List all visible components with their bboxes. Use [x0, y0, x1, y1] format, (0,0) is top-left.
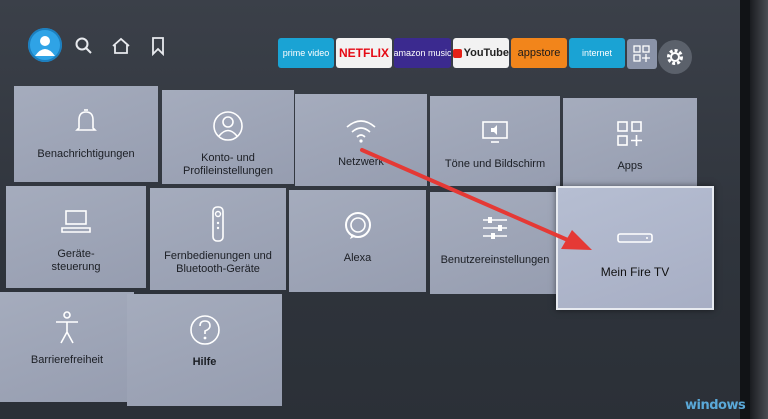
tile-alexa[interactable]: Alexa [289, 190, 426, 292]
wifi-icon [346, 120, 376, 143]
app-appstore[interactable]: appstore [511, 38, 567, 68]
settings-button[interactable] [658, 40, 692, 74]
tile-geraetesteuerung[interactable]: Geräte-steuerung [6, 186, 146, 288]
display-icon [482, 121, 508, 143]
tile-mein-fire-tv[interactable]: Mein Fire TV [556, 186, 714, 310]
tile-netzwerk[interactable]: Netzwerk [295, 94, 427, 186]
tile-toene-bildschirm[interactable]: Töne und Bildschirm [430, 96, 560, 186]
accessibility-icon [56, 311, 78, 344]
top-navigation-bar: prime video NETFLIX amazon music YouTube… [0, 26, 740, 74]
home-icon[interactable] [111, 36, 131, 56]
account-icon [213, 111, 243, 141]
tile-apps[interactable]: Apps [563, 98, 697, 186]
user-icon [35, 36, 55, 56]
app-internet[interactable]: internet [569, 38, 625, 68]
apps-grid-icon [617, 121, 642, 146]
tile-fernbedienungen-bluetooth[interactable]: Fernbedienungen und Bluetooth-Geräte [150, 188, 286, 290]
sliders-icon [483, 217, 507, 239]
app-netflix[interactable]: NETFLIX [336, 38, 392, 68]
tv-device-icon [61, 210, 91, 233]
help-icon [189, 315, 220, 345]
app-youtube[interactable]: YouTube [453, 38, 509, 68]
more-apps-button[interactable] [627, 39, 657, 69]
gear-icon [667, 49, 683, 65]
bookmark-icon[interactable] [148, 36, 168, 56]
youtube-play-icon [453, 48, 462, 58]
profile-avatar[interactable] [28, 28, 62, 62]
app-prime-video[interactable]: prime video [278, 38, 334, 68]
watermark: windows [685, 398, 746, 413]
tile-konto-profileinstellungen[interactable]: Konto- und Profileinstellungen [162, 90, 294, 184]
tv-bezel [750, 0, 768, 419]
tile-barrierefreiheit[interactable]: Barrierefreiheit [0, 292, 134, 402]
remote-icon [212, 206, 224, 242]
tile-benachrichtigungen[interactable]: Benachrichtigungen [14, 86, 158, 182]
fire-tv-device-icon [617, 233, 653, 243]
app-amazon-music[interactable]: amazon music [394, 38, 451, 68]
search-icon[interactable] [74, 36, 94, 56]
grid-plus-icon [633, 45, 650, 62]
tv-screen: prime video NETFLIX amazon music YouTube… [0, 0, 750, 419]
alexa-icon [344, 212, 371, 239]
tile-hilfe[interactable]: Hilfe [127, 294, 282, 406]
bell-icon [75, 109, 97, 131]
tile-benutzereinstellungen[interactable]: Benutzereinstellungen [430, 192, 560, 294]
